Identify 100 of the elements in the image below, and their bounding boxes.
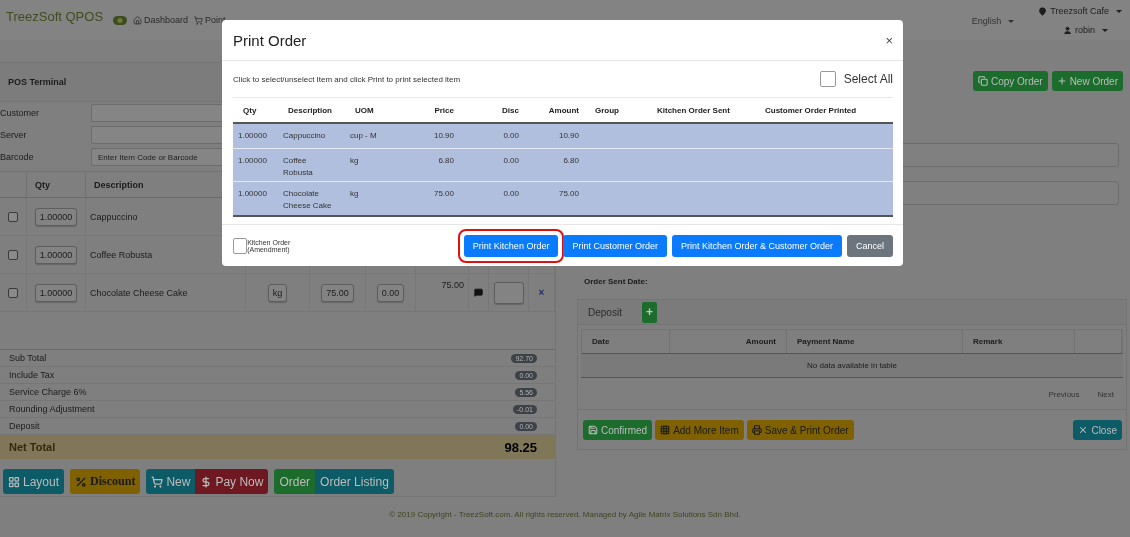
summary-label: Rounding Adjustment <box>9 404 95 414</box>
dialog-title: Print Order <box>233 31 307 49</box>
card-title: POS Terminal <box>8 77 67 87</box>
table-cell-text: Coffee Robusta <box>283 155 314 179</box>
summary-label: Sub Total <box>9 353 47 363</box>
button[interactable]: Close <box>1073 420 1122 440</box>
summary-label: Service Charge 6% <box>9 387 87 397</box>
price-field[interactable]: 75.00 <box>321 283 354 302</box>
table-cell: Chocolate Cheese Cake <box>90 287 188 298</box>
pagination-link[interactable]: Previous <box>1048 390 1080 399</box>
checkbox[interactable] <box>8 211 18 222</box>
column-header: Remark <box>963 330 1075 353</box>
column-header: Description <box>287 104 333 117</box>
qty-field[interactable]: 1.00000 <box>34 245 78 264</box>
qty-field[interactable]: 1.00000 <box>34 283 78 302</box>
table-cell: 10.90 <box>558 130 579 142</box>
net-total-label: Net Total <box>9 441 56 453</box>
user-icon <box>1063 25 1072 35</box>
field-label: Customer <box>0 108 40 118</box>
column-header: Price <box>433 104 455 117</box>
nav-link[interactable]: Point <box>194 15 226 25</box>
selectable-row[interactable]: 1.00000 Chocolate Cheese Cake kg 75.00 0.00 75.00 <box>233 182 893 217</box>
close-button[interactable]: × <box>885 32 893 48</box>
button[interactable]: Order <box>274 469 316 494</box>
comment-icon[interactable] <box>474 288 483 297</box>
button[interactable]: Cancel <box>847 234 893 257</box>
table-cell: 0.00 <box>503 188 519 200</box>
empty-table-message: No data available in table <box>581 354 1123 378</box>
button[interactable]: New Order <box>1051 71 1123 91</box>
column-header: Group <box>594 104 620 117</box>
table-cell: 0.00 <box>503 130 519 142</box>
checkbox[interactable] <box>8 249 18 260</box>
footer-text: © 2019 Copyright - TreezSoft.com. All rights reserved. Managed by Agile Matrix Solutions Sdn Bhd. <box>389 510 741 519</box>
field-label: Barcode <box>0 152 35 162</box>
toggle-icon[interactable] <box>113 16 128 25</box>
table-cell: 75.00 <box>433 188 454 200</box>
button[interactable]: Pay Now <box>195 469 269 494</box>
table-cell: 6.80 <box>563 155 579 167</box>
grid-icon <box>8 475 20 488</box>
summary-label: Include Tax <box>9 370 55 380</box>
discount-field[interactable]: 0.00 <box>376 283 405 302</box>
button[interactable]: Print Kitchen Order & Customer Order <box>671 234 842 257</box>
column-header: Date <box>582 330 670 353</box>
table-cell: 0.00 <box>503 155 519 167</box>
user-dropdown[interactable]: robin <box>1063 25 1108 35</box>
button[interactable]: Print Kitchen Order <box>463 234 559 257</box>
column-header: Disc <box>501 104 520 117</box>
uom-field[interactable]: kg <box>267 283 288 302</box>
qty-field[interactable]: 1.00000 <box>34 207 78 226</box>
dollar-icon <box>200 475 213 488</box>
table-cell: kg <box>350 188 359 200</box>
plus-icon <box>1056 76 1067 86</box>
table-cell: 1.00000 <box>238 155 267 167</box>
column-header: Amount <box>670 330 787 353</box>
cart-icon <box>151 475 164 488</box>
button[interactable]: Add More Item <box>655 420 744 440</box>
table-cell: 75.00 <box>558 188 579 200</box>
table-cell: cup - M <box>350 130 377 142</box>
table-cell: kg <box>350 155 359 167</box>
grid-icon <box>660 425 671 435</box>
outlet-dropdown[interactable]: Treezsoft Cafe <box>1038 6 1122 16</box>
section-title: Deposit <box>588 306 622 318</box>
printer-icon <box>751 425 762 435</box>
pagination-link[interactable]: Next <box>1097 390 1114 399</box>
column-header: Qty <box>27 172 86 197</box>
remove-button[interactable]: × <box>538 287 545 298</box>
checkbox[interactable] <box>8 287 18 298</box>
table-cell: 75.00 <box>441 280 464 290</box>
language-dropdown[interactable]: English <box>971 16 1015 26</box>
copy-icon <box>977 76 988 86</box>
button[interactable]: Print Customer Order <box>563 234 667 257</box>
button[interactable]: Save & Print Order <box>746 420 854 440</box>
button[interactable]: Copy Order <box>972 71 1048 91</box>
button[interactable]: New <box>146 469 196 494</box>
table-cell: Cappuccino <box>283 130 326 142</box>
selectable-row[interactable]: 1.00000 Coffee Robusta kg 6.80 0.00 6.80 <box>233 149 893 182</box>
order-sent-date-label: Order Sent Date: <box>584 277 649 286</box>
table-cell: 1.00000 <box>238 130 267 142</box>
button[interactable]: Discount <box>70 469 141 494</box>
note-field[interactable] <box>493 281 524 304</box>
column-header: UOM <box>354 104 375 117</box>
button[interactable]: Layout <box>3 469 65 494</box>
field-label: Server <box>0 130 28 140</box>
button[interactable]: Confirmed <box>583 420 653 440</box>
column-header: Amount <box>547 104 580 117</box>
column-header: Payment Name <box>787 330 963 353</box>
select-all-checkbox[interactable]: Select All <box>819 71 893 87</box>
cart-icon <box>194 15 204 25</box>
button[interactable]: Order Listing <box>315 469 394 494</box>
amendment-checkbox[interactable] <box>233 237 248 254</box>
nav-link[interactable]: Dashboard <box>133 15 189 25</box>
app-brand[interactable]: TreezSoft QPOS <box>6 9 104 24</box>
house-icon <box>133 15 143 25</box>
net-total-value: 98.25 <box>504 439 537 455</box>
instruction-text: Click to select/unselect Item and click Print to print selected item <box>233 74 461 84</box>
percent-icon <box>75 475 88 488</box>
add-deposit-button[interactable]: + <box>641 301 657 323</box>
close-icon <box>1078 425 1089 435</box>
selectable-row[interactable]: 1.00000 Cappuccino cup - M 10.90 0.00 10.90 <box>233 124 893 149</box>
column-header: Customer Order Printed <box>764 104 858 117</box>
